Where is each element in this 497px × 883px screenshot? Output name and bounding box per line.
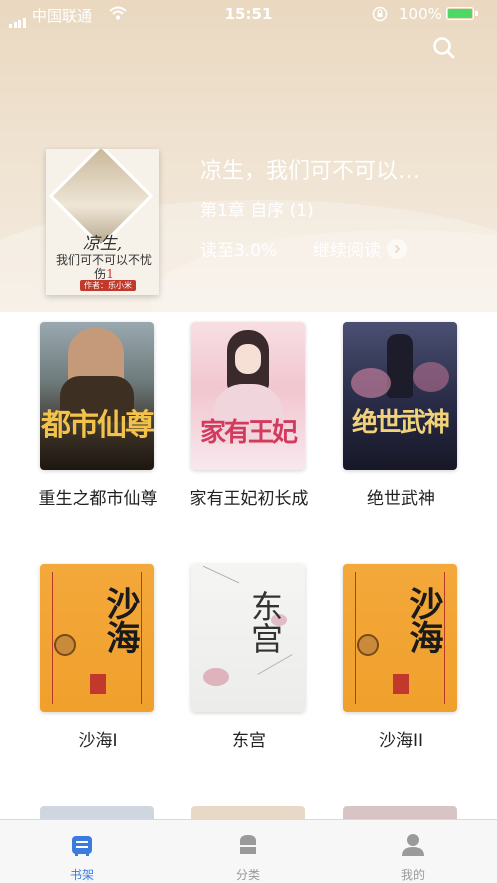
rotation-lock-icon	[372, 6, 388, 26]
book-cover[interactable]: 家有王妃	[191, 322, 305, 470]
book-cover[interactable]: 沙海	[40, 564, 154, 712]
tab-bar: 书架 分类 我的	[0, 819, 497, 883]
search-button[interactable]	[430, 34, 458, 62]
book-cover-partial[interactable]	[191, 806, 305, 820]
cover-title: 家有王妃	[199, 418, 298, 448]
profile-icon	[402, 834, 424, 856]
cover-author: 作者：乐小米	[80, 280, 136, 291]
recent-book-chapter: 第1章 自序 (1)	[200, 201, 314, 221]
recent-book-cover[interactable]: 凉生, 我们可不可以不忧伤1 作者：乐小米	[46, 149, 159, 295]
cover-title: 东宫	[246, 590, 284, 654]
cover-title: 沙海	[403, 586, 443, 654]
book-cover[interactable]: 沙海	[343, 564, 457, 712]
book-title: 沙海II	[378, 731, 424, 751]
book-title: 东宫	[232, 731, 266, 751]
battery-icon	[446, 7, 478, 20]
cover-subtitle: 我们可不可以不忧伤1	[56, 253, 153, 281]
status-bar: 中国联通 15:51 100%	[0, 0, 497, 28]
book-cover[interactable]: 东宫	[191, 564, 305, 712]
book-cover-partial[interactable]	[343, 806, 457, 820]
continue-reading-label: 继续阅读	[313, 241, 381, 261]
tab-label: 分类	[235, 868, 260, 882]
cover-title: 沙海	[100, 586, 140, 654]
book-cover[interactable]: 绝世武神	[343, 322, 457, 470]
book-title: 沙海I	[78, 731, 118, 751]
book-title: 重生之都市仙尊	[38, 489, 158, 509]
chevron-right-icon	[387, 238, 407, 259]
book-cover[interactable]: 都市仙尊	[40, 322, 154, 470]
battery-percent: 100%	[399, 5, 442, 23]
cover-title: 都市仙尊	[41, 408, 154, 443]
book-title: 家有王妃初长成	[189, 489, 309, 509]
book-cover-partial[interactable]	[40, 806, 154, 820]
tab-category[interactable]: 分类	[188, 820, 308, 883]
category-icon	[240, 835, 256, 854]
continue-reading-button[interactable]: 继续阅读	[313, 236, 407, 261]
tab-profile[interactable]: 我的	[353, 820, 473, 883]
tab-bookshelf[interactable]: 书架	[22, 820, 142, 883]
recent-book-title[interactable]: 凉生，我们可不可以…	[200, 153, 485, 185]
reading-progress: 读至3.0%	[200, 241, 278, 261]
cover-title: 凉生,	[82, 234, 123, 254]
tab-label: 书架	[69, 868, 94, 882]
cover-title: 绝世武神	[351, 408, 450, 438]
tab-label: 我的	[400, 868, 425, 882]
bookshelf-icon	[72, 836, 92, 856]
search-icon	[433, 37, 455, 59]
book-title: 绝世武神	[367, 489, 435, 509]
